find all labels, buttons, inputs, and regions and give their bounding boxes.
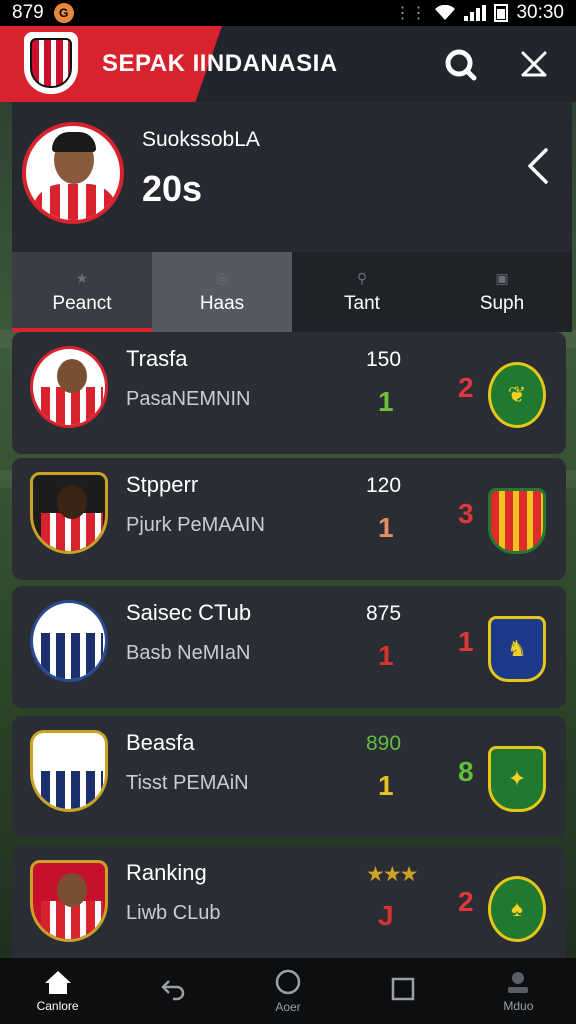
tab-tant[interactable]: ⚲ Tant xyxy=(292,252,432,332)
player-avatar xyxy=(30,860,108,942)
row-position: 1 xyxy=(458,626,474,657)
tab-label: Haas xyxy=(199,292,245,314)
tab-bar: ★ Peanct ◎ Haas ⚲ Tant ▣ Suph xyxy=(12,252,572,332)
player-avatar xyxy=(30,472,108,554)
ranking-row[interactable]: Stpperr Pjurk PeMAAIN 120 1 3 xyxy=(12,458,566,580)
nav-profile[interactable]: Mduo xyxy=(461,958,576,1024)
app-header: SEPAK IINDANASIA xyxy=(0,26,576,102)
nav-recents[interactable] xyxy=(346,958,461,1024)
club-badge xyxy=(30,730,108,812)
club-crest-logo xyxy=(24,32,78,94)
status-time: 879 xyxy=(12,2,44,23)
ranking-row[interactable]: Beasfa Tisst PEMAiN 890 1 8 ✦ xyxy=(12,716,566,838)
nav-home-circle[interactable]: Aoer xyxy=(230,958,345,1024)
row-rank: J xyxy=(378,900,394,931)
row-title: Beasfa xyxy=(126,730,195,755)
tab-label: Tant xyxy=(344,292,380,314)
tab-haas[interactable]: ◎ Haas xyxy=(152,252,292,332)
club-badge xyxy=(30,600,108,682)
ranking-row[interactable]: Trasfa PasaNEMNIN 150 1 2 ❦ xyxy=(12,332,566,454)
club-emblem-icon: ❦ xyxy=(488,362,546,428)
row-points: 120 xyxy=(366,474,402,497)
row-stars: ★★★ xyxy=(366,863,419,886)
clock-icon: ◎ xyxy=(215,269,229,286)
wifi-icon xyxy=(435,5,456,20)
row-subtitle: Tisst PEMAiN xyxy=(126,772,249,794)
club-emblem-icon xyxy=(488,488,546,554)
row-rank: 1 xyxy=(378,770,394,801)
tab-suph[interactable]: ▣ Suph xyxy=(432,252,572,332)
notification-icon: G xyxy=(53,3,74,23)
nav-label: Mduo xyxy=(503,999,534,1013)
nav-home[interactable]: Canlore xyxy=(0,958,115,1024)
club-emblem-icon: ✦ xyxy=(488,746,546,812)
battery-icon xyxy=(494,4,509,22)
row-rank: 1 xyxy=(378,512,394,543)
player-profile-card: SuokssobLA 20s xyxy=(12,102,572,252)
row-title: Trasfa xyxy=(126,346,188,371)
player-name: SuokssobLA xyxy=(142,128,260,151)
row-rank: 1 xyxy=(378,386,394,417)
row-position: 2 xyxy=(458,372,474,403)
club-emblem-icon: ♠ xyxy=(488,876,546,942)
tab-label: Peanct xyxy=(52,292,112,314)
player-score: 20s xyxy=(142,168,203,209)
row-subtitle: Basb NeMIaN xyxy=(126,642,251,664)
star-icon: ★ xyxy=(75,269,89,286)
ranking-row[interactable]: Ranking Liwb CLub ★★★ J 2 ♠ xyxy=(12,846,566,968)
tab-peanct[interactable]: ★ Peanct xyxy=(12,252,152,332)
profile-icon xyxy=(508,972,529,993)
nav-back[interactable] xyxy=(115,958,230,1024)
chevron-left-icon[interactable] xyxy=(522,146,552,186)
row-points: 150 xyxy=(366,348,402,371)
back-icon xyxy=(161,980,185,1001)
row-subtitle: Liwb CLub xyxy=(126,902,221,924)
row-position: 2 xyxy=(458,886,474,917)
bottom-navigation: Canlore Aoer Mduo xyxy=(0,958,576,1024)
home-icon xyxy=(44,971,71,994)
search-icon[interactable] xyxy=(442,46,478,82)
vibrate-icon: ⋮⋮ xyxy=(394,5,427,22)
row-subtitle: PasaNEMNIN xyxy=(126,388,251,410)
club-emblem-icon: ♞ xyxy=(488,616,546,682)
circle-icon xyxy=(275,969,301,995)
ranking-row[interactable]: Saisec CTub Basb NeMIaN 875 1 1 ♞ xyxy=(12,586,566,708)
tab-label: Suph xyxy=(479,292,525,314)
row-title: Stpperr xyxy=(126,472,199,497)
status-bar: 879 G ⋮⋮ 30:30 xyxy=(0,0,576,26)
row-points: 875 xyxy=(366,602,402,625)
search-small-icon: ⚲ xyxy=(356,269,368,286)
row-position: 3 xyxy=(458,498,474,529)
close-icon[interactable] xyxy=(516,46,552,82)
nav-label: Canlore xyxy=(36,999,79,1013)
row-title: Saisec CTub xyxy=(126,600,252,625)
player-avatar xyxy=(30,346,108,428)
lock-icon: ▣ xyxy=(495,269,509,286)
row-position: 8 xyxy=(458,756,474,787)
row-rank: 1 xyxy=(378,640,394,671)
app-title: SEPAK IINDANASIA xyxy=(102,50,338,77)
avatar xyxy=(22,122,124,224)
square-icon xyxy=(391,977,415,1001)
signal-icon xyxy=(464,5,487,21)
row-title: Ranking xyxy=(126,860,207,885)
row-points: 890 xyxy=(366,732,402,755)
nav-label: Aoer xyxy=(275,1000,301,1014)
status-clock: 30:30 xyxy=(516,2,564,23)
row-subtitle: Pjurk PeMAAIN xyxy=(126,514,265,536)
